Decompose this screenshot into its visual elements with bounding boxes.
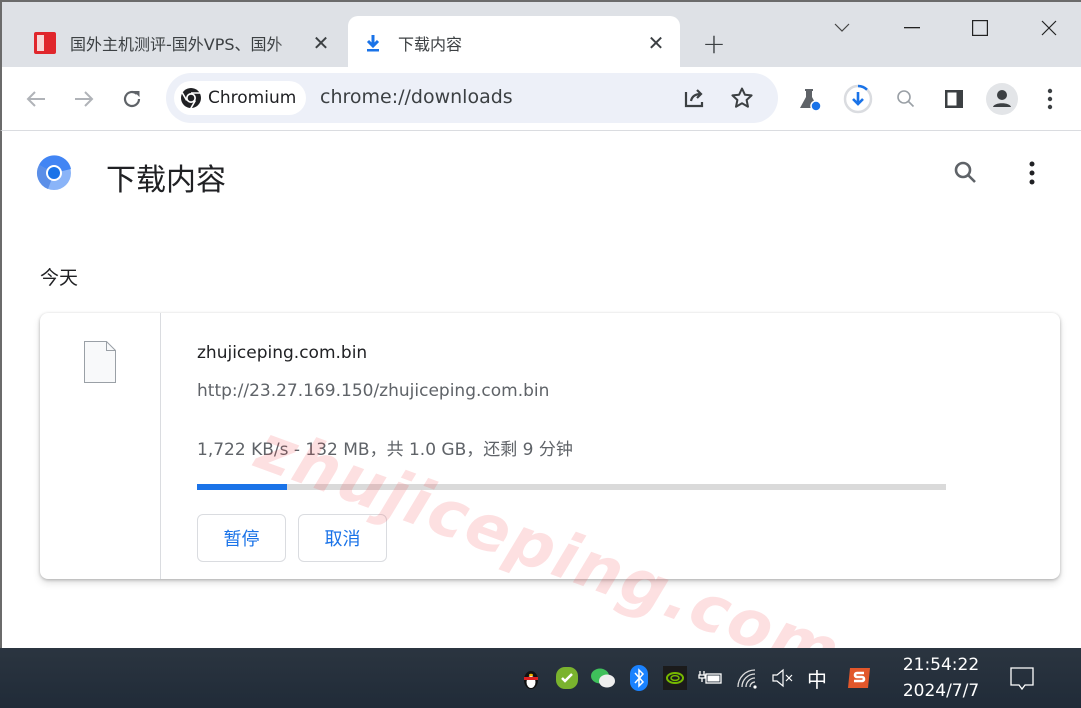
nvidia-icon[interactable] xyxy=(662,664,688,692)
date-section-label: 今天 xyxy=(40,267,79,289)
back-icon xyxy=(26,91,45,107)
reload-button[interactable] xyxy=(116,83,148,115)
sogou-input-icon[interactable] xyxy=(847,664,873,692)
share-icon xyxy=(684,89,704,108)
close-window-button[interactable] xyxy=(1029,12,1069,44)
volume-muted-icon[interactable] xyxy=(770,664,796,692)
downloads-button[interactable] xyxy=(842,83,874,115)
download-status: 1,722 KB/s - 132 MB，共 1.0 GB，还剩 9 分钟 xyxy=(197,440,573,460)
progress-fill xyxy=(197,484,287,490)
tab-search-dropdown-button[interactable] xyxy=(822,12,862,44)
tab-zhujiceping[interactable]: 国外主机测评-国外VPS、国外 ✕ xyxy=(20,16,345,69)
wifi-icon[interactable] xyxy=(734,664,760,692)
labs-flask-icon xyxy=(800,89,822,112)
cancel-button[interactable]: 取消 xyxy=(298,514,387,562)
browser-toolbar: Chromium chrome://downloads xyxy=(0,67,1081,131)
downloads-page: 下载内容 今天 zhujiceping.com.bin http://23.27… xyxy=(0,131,1081,691)
page-title: 下载内容 xyxy=(106,163,226,198)
omnibox[interactable]: Chromium chrome://downloads xyxy=(166,73,778,123)
new-tab-button[interactable]: + xyxy=(700,27,728,60)
download-item: zhujiceping.com.bin http://23.27.169.150… xyxy=(40,313,1060,579)
source-url-link[interactable]: http://23.27.169.150/zhujiceping.com.bin xyxy=(197,381,549,401)
clock-time: 21:54:22 xyxy=(902,655,980,675)
side-panel-icon xyxy=(945,90,963,108)
profile-button[interactable] xyxy=(986,83,1018,115)
system-clock[interactable]: 21:54:22 2024/7/7 xyxy=(896,652,986,704)
qq-icon[interactable] xyxy=(518,664,544,692)
url-text[interactable]: chrome://downloads xyxy=(320,86,513,108)
zoom-icon xyxy=(897,90,915,108)
forward-icon xyxy=(75,91,94,107)
clock-date: 2024/7/7 xyxy=(902,681,980,701)
profile-icon xyxy=(986,83,1018,115)
chromium-icon xyxy=(181,88,201,109)
download-progress-icon xyxy=(843,84,873,114)
forward-button[interactable] xyxy=(68,83,100,115)
file-name-link[interactable]: zhujiceping.com.bin xyxy=(197,343,367,363)
tab-downloads[interactable]: 下载内容 ✕ xyxy=(348,16,680,69)
taskbar: 中 21:54:22 2024/7/7 xyxy=(0,648,1081,708)
share-button[interactable] xyxy=(678,82,710,114)
chip-label: Chromium xyxy=(208,88,297,108)
side-panel-button[interactable] xyxy=(938,83,970,115)
download-icon xyxy=(362,32,384,54)
pause-button[interactable]: 暂停 xyxy=(197,514,286,562)
bluetooth-icon[interactable] xyxy=(626,664,652,692)
more-vert-icon xyxy=(1029,161,1035,185)
site-logo-icon xyxy=(34,31,56,54)
bookmark-button[interactable] xyxy=(726,82,758,114)
search-icon xyxy=(954,161,976,183)
reload-icon xyxy=(123,90,141,108)
search-downloads-button[interactable] xyxy=(952,159,980,187)
tab-close-button[interactable]: ✕ xyxy=(644,31,668,55)
minimize-button[interactable] xyxy=(892,12,932,44)
tab-close-button[interactable]: ✕ xyxy=(309,31,333,55)
wechat-icon[interactable] xyxy=(590,664,616,692)
bookmark-star-icon xyxy=(731,87,753,108)
menu-button[interactable] xyxy=(1034,83,1066,115)
notification-icon xyxy=(1010,667,1034,691)
back-button[interactable] xyxy=(20,83,52,115)
tab-strip: 国外主机测评-国外VPS、国外 ✕ 下载内容 ✕ + xyxy=(0,0,1081,69)
chromium-logo-icon xyxy=(36,155,71,190)
maximize-button[interactable] xyxy=(960,12,1000,44)
file-icon xyxy=(84,341,116,383)
tab-title: 国外主机测评-国外VPS、国外 xyxy=(70,34,283,54)
site-chip[interactable]: Chromium xyxy=(174,81,306,115)
card-divider xyxy=(160,313,161,579)
menu-icon xyxy=(1047,88,1053,110)
zoom-button[interactable] xyxy=(890,83,922,115)
progress-bar xyxy=(197,484,946,490)
ime-chinese-icon[interactable]: 中 xyxy=(804,664,830,692)
battery-charging-icon[interactable] xyxy=(698,664,724,692)
tab-title: 下载内容 xyxy=(398,34,463,54)
notification-center-button[interactable] xyxy=(1008,665,1036,693)
more-actions-button[interactable] xyxy=(1020,159,1044,187)
security-check-icon[interactable] xyxy=(554,664,580,692)
labs-button[interactable] xyxy=(794,83,826,115)
